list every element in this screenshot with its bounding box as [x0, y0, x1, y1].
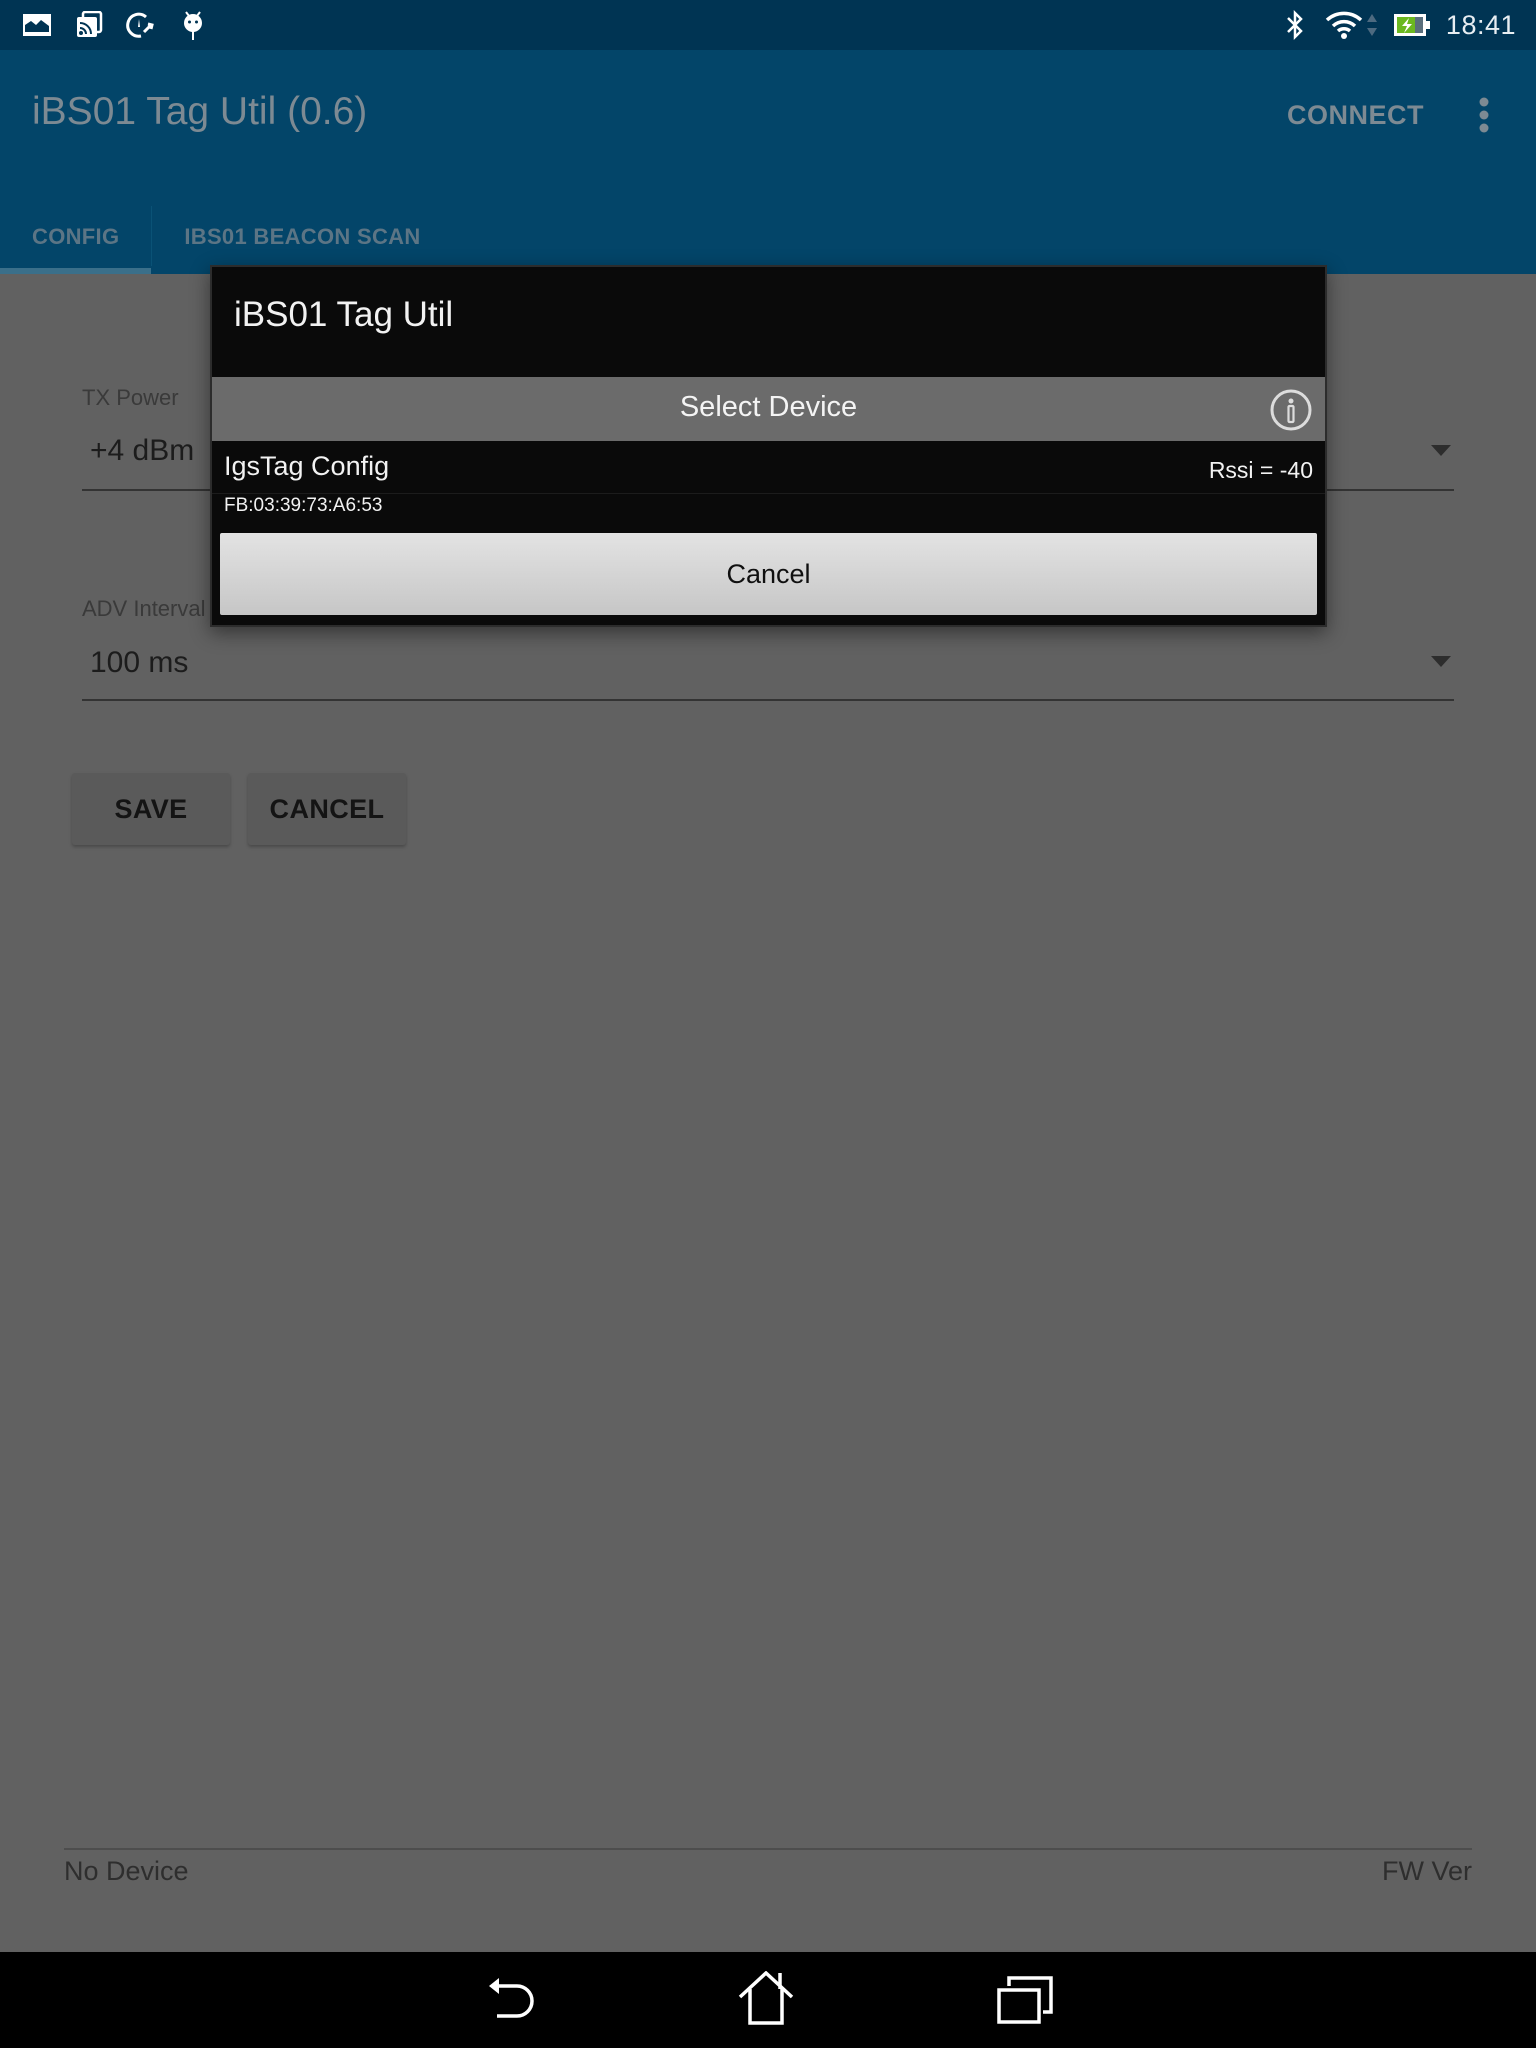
- adv-interval-value[interactable]: 100 ms: [90, 646, 188, 680]
- device-list-item[interactable]: IgsTag Config Rssi = -40 FB:03:39:73:A6:…: [212, 443, 1325, 523]
- tab-config[interactable]: CONFIG: [0, 200, 152, 274]
- more-vert-icon[interactable]: [1472, 96, 1496, 136]
- fw-version: FW Ver: [1381, 1856, 1472, 1886]
- save-button[interactable]: SAVE: [72, 773, 230, 845]
- device-status: No Device: [64, 1856, 189, 1886]
- wifi-icon: [1324, 10, 1364, 40]
- tab-bar: CONFIG IBS01 BEACON SCAN: [0, 200, 453, 274]
- connect-button[interactable]: CONNECT: [1287, 100, 1424, 131]
- navigation-bar: [0, 1952, 1536, 2048]
- tx-power-dropdown-arrow-icon[interactable]: [1431, 445, 1451, 456]
- bluetooth-icon: [1280, 9, 1310, 41]
- home-icon[interactable]: [731, 1966, 801, 2032]
- status-bar: 18:41: [0, 0, 1536, 50]
- dialog-title: iBS01 Tag Util: [234, 295, 454, 334]
- clock: 18:41: [1445, 9, 1516, 40]
- tx-power-label: TX Power: [82, 385, 179, 410]
- app-title: iBS01 Tag Util (0.6): [32, 90, 368, 133]
- battery-charging-icon: [1392, 10, 1432, 40]
- adv-interval-dropdown-arrow-icon[interactable]: [1431, 656, 1451, 667]
- device-name: IgsTag Config: [224, 451, 390, 481]
- device-mac: FB:03:39:73:A6:53: [224, 495, 383, 516]
- device-item-divider: [212, 493, 1325, 494]
- data-arrows-icon: [1366, 10, 1378, 40]
- tab-label: CONFIG: [32, 224, 120, 249]
- adv-interval-label: ADV Interval: [82, 596, 206, 621]
- adv-interval-underline: [82, 699, 1454, 701]
- back-icon[interactable]: [478, 1966, 548, 2032]
- android-debug-icon: [178, 10, 208, 40]
- tab-label: IBS01 BEACON SCAN: [184, 224, 421, 249]
- tab-beacon-scan[interactable]: IBS01 BEACON SCAN: [152, 200, 452, 274]
- cancel-button[interactable]: CANCEL: [248, 773, 406, 845]
- device-rssi: Rssi = -40: [1208, 457, 1313, 483]
- info-icon[interactable]: [1269, 388, 1313, 432]
- speed-wrench-icon: [126, 10, 156, 40]
- gallery-icon: [22, 10, 52, 40]
- dialog-cancel-button[interactable]: Cancel: [220, 533, 1317, 615]
- tx-power-value[interactable]: +4 dBm: [90, 434, 194, 468]
- app-bar: iBS01 Tag Util (0.6) CONNECT CONFIG IBS0…: [0, 50, 1536, 274]
- select-device-dialog: iBS01 Tag Util Select Device IgsTag Conf…: [210, 265, 1327, 627]
- dialog-header-title: Select Device: [679, 391, 858, 423]
- cast-icon: [74, 10, 104, 40]
- footer-divider: [64, 1848, 1472, 1850]
- screen: 18:41 iBS01 Tag Util (0.6) CONNECT CONFI…: [0, 0, 1536, 2048]
- dialog-header: Select Device: [212, 377, 1325, 441]
- recents-icon[interactable]: [990, 1966, 1060, 2032]
